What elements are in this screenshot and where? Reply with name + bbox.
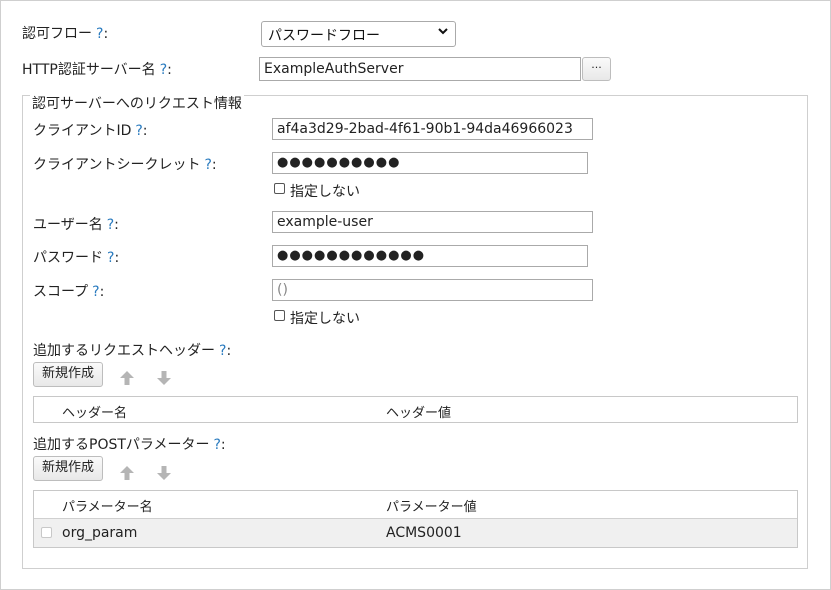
table-row[interactable]: org_param ACMS0001 xyxy=(34,518,797,547)
scope-label: スコープ?: xyxy=(33,284,105,300)
post-params-help-icon[interactable]: ? xyxy=(213,437,220,453)
client-secret-unspecified-checkbox[interactable] xyxy=(274,183,285,194)
arrow-down-icon[interactable] xyxy=(156,465,172,481)
client-secret-field[interactable]: ●●●●●●●●●● xyxy=(272,152,588,174)
client-secret-help-icon[interactable]: ? xyxy=(204,157,211,173)
post-params-column-name: パラメーター名 xyxy=(62,500,153,515)
username-field[interactable]: example-user xyxy=(272,211,593,233)
auth-flow-label: 認可フロー?: xyxy=(22,26,109,42)
http-server-help-icon[interactable]: ? xyxy=(160,62,167,78)
auth-flow-select[interactable]: パスワードフロー xyxy=(261,21,456,47)
password-label: パスワード?: xyxy=(33,250,120,266)
client-id-field[interactable]: af4a3d29-2bad-4f61-90b1-94da46966023 xyxy=(272,118,593,140)
headers-column-value: ヘッダー値 xyxy=(386,406,452,421)
http-server-label: HTTP認証サーバー名?: xyxy=(22,62,172,78)
scope-unspecified-label: 指定しない xyxy=(290,311,360,327)
post-params-table: パラメーター名 パラメーター値 org_param ACMS0001 xyxy=(33,490,798,548)
client-secret-unspecified-label: 指定しない xyxy=(290,184,360,200)
arrow-up-icon[interactable] xyxy=(119,465,135,481)
username-label: ユーザー名?: xyxy=(33,217,119,233)
row-param-value: ACMS0001 xyxy=(386,525,462,541)
headers-column-name: ヘッダー名 xyxy=(62,406,128,421)
scope-help-icon[interactable]: ? xyxy=(92,284,99,300)
client-id-help-icon[interactable]: ? xyxy=(135,123,142,139)
client-secret-label: クライアントシークレット?: xyxy=(33,157,217,173)
scope-unspecified-checkbox[interactable] xyxy=(274,310,285,321)
headers-table: ヘッダー名 ヘッダー値 xyxy=(33,396,798,423)
password-field[interactable]: ●●●●●●●●●●●● xyxy=(272,245,588,267)
client-id-label: クライアントID?: xyxy=(33,123,148,139)
request-info-legend: 認可サーバーへのリクエスト情報 xyxy=(30,93,244,113)
scope-field[interactable]: () xyxy=(272,279,593,301)
arrow-up-icon[interactable] xyxy=(119,370,135,386)
headers-new-button[interactable]: 新規作成 xyxy=(33,362,103,387)
chevron-down-icon xyxy=(437,25,449,40)
post-params-label: 追加するPOSTパラメーター?: xyxy=(33,437,226,453)
post-params-new-button[interactable]: 新規作成 xyxy=(33,456,103,481)
row-select-checkbox[interactable] xyxy=(41,527,52,538)
headers-label: 追加するリクエストヘッダー?: xyxy=(33,343,232,359)
arrow-down-icon[interactable] xyxy=(156,370,172,386)
browse-server-button[interactable]: ··· xyxy=(582,57,611,81)
http-server-field[interactable]: ExampleAuthServer xyxy=(259,57,581,81)
row-param-name: org_param xyxy=(62,525,138,541)
post-params-column-value: パラメーター値 xyxy=(386,500,477,515)
